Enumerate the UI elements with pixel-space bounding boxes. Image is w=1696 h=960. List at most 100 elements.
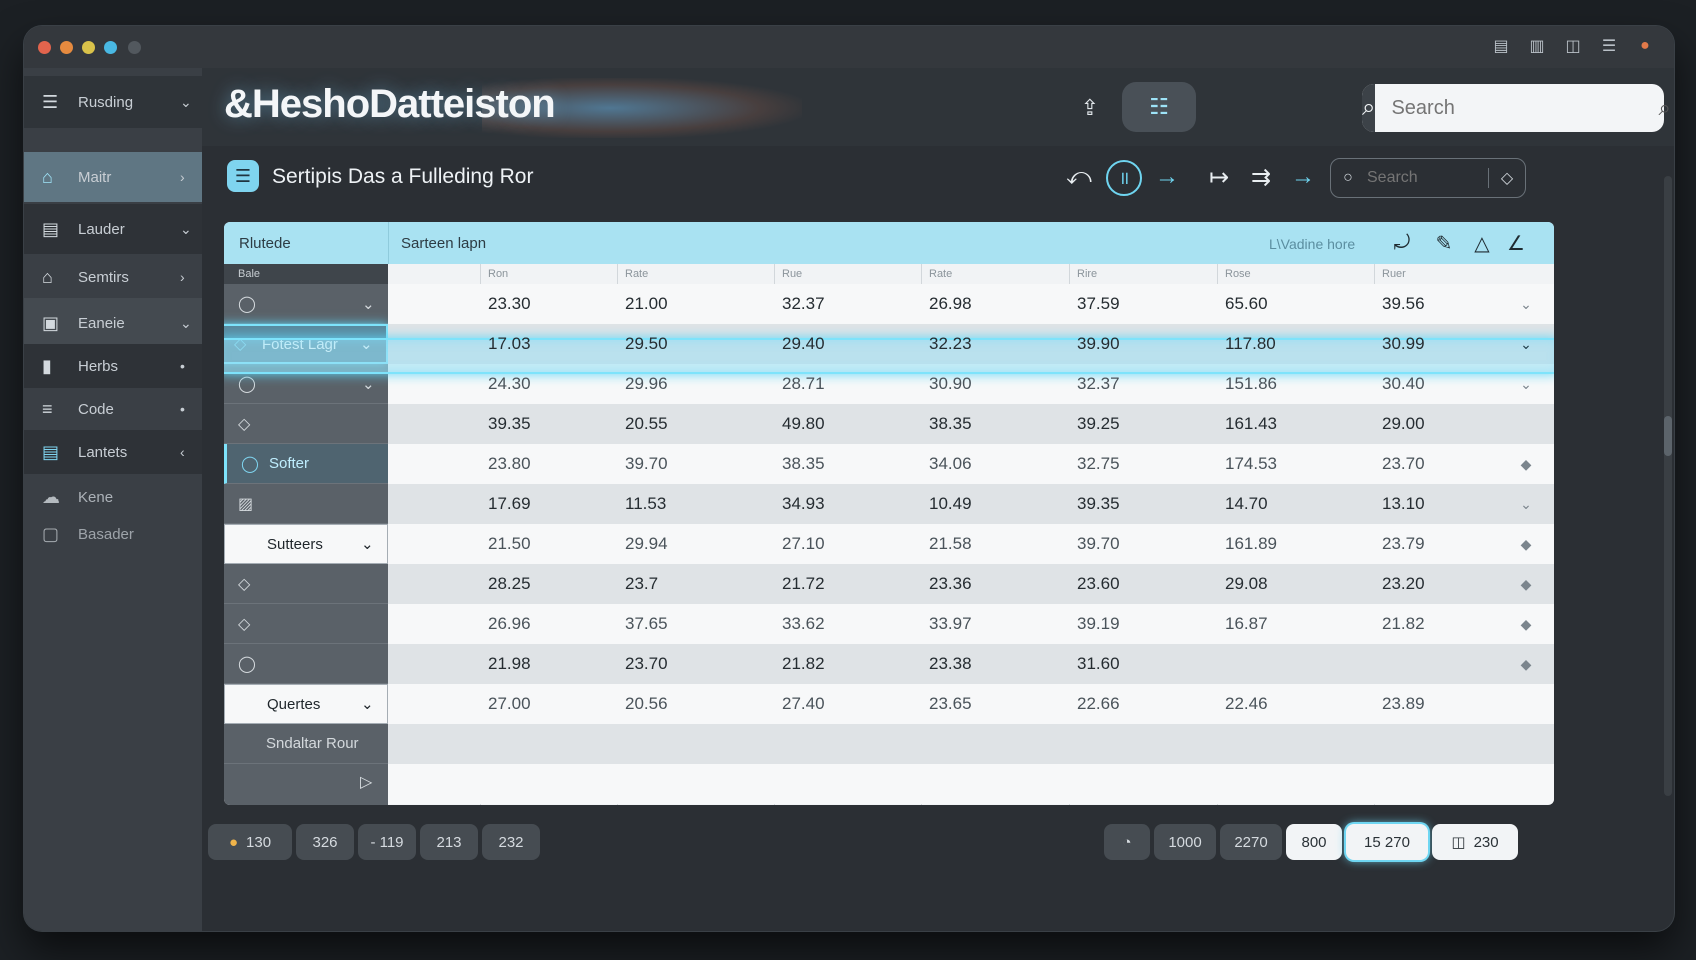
table-cell[interactable] xyxy=(1217,644,1374,684)
scrollbar[interactable] xyxy=(1664,176,1672,796)
row-label-item[interactable]: Quertes ⌄ xyxy=(224,684,388,724)
close-dot[interactable] xyxy=(38,41,51,54)
arrow-right-icon[interactable]: → xyxy=(1286,160,1320,194)
table-cell[interactable]: 26.98 xyxy=(921,284,1069,324)
extra-dot[interactable] xyxy=(128,41,141,54)
table-cell[interactable]: 39.19 xyxy=(1069,604,1217,644)
table-cell[interactable]: 21.82 xyxy=(774,644,921,684)
arrow-right-icon[interactable]: → xyxy=(1150,160,1184,194)
table-cell[interactable]: 21.72 xyxy=(774,564,921,604)
window-icon[interactable]: ▥ xyxy=(1526,37,1548,55)
table-cell[interactable]: 21.98 xyxy=(480,644,617,684)
table-cell[interactable]: 23.79 xyxy=(1374,524,1514,564)
table-cell[interactable]: 11.53 xyxy=(617,484,774,524)
table-cell[interactable]: 65.60 xyxy=(1217,284,1374,324)
row-label-item[interactable]: ▨ xyxy=(224,484,388,524)
table-cell[interactable]: 23.70 xyxy=(1374,444,1514,484)
row-action-icon[interactable]: ⌄ xyxy=(1514,284,1538,324)
table-cell[interactable]: 30.99 xyxy=(1374,324,1514,364)
pause-icon[interactable]: ॥ xyxy=(1106,160,1142,196)
sidebar-item-lauder[interactable]: ▤ Lauder ⌄ xyxy=(24,204,202,254)
sidebar-item-semtirs[interactable]: ⌂ Semtirs › xyxy=(24,252,202,302)
table-cell[interactable]: 38.35 xyxy=(774,444,921,484)
table-cell[interactable]: 39.25 xyxy=(1069,404,1217,444)
table-cell[interactable] xyxy=(1374,644,1514,684)
table-cell[interactable]: 14.70 xyxy=(1217,484,1374,524)
row-action-icon[interactable]: ◆ xyxy=(1514,564,1538,604)
table-cell[interactable]: 24.30 xyxy=(480,364,617,404)
sidebar-item-herbs[interactable]: ▮ Herbs • xyxy=(24,344,202,388)
table-cell[interactable]: 21.00 xyxy=(617,284,774,324)
row-label-item[interactable]: ◯ Softer xyxy=(224,444,388,484)
page-size-button[interactable]: ◫ 230 xyxy=(1432,824,1518,860)
clear-icon[interactable]: ◇ xyxy=(1488,168,1525,188)
refresh-button[interactable]: ◔ xyxy=(1104,824,1150,860)
forward-icon[interactable]: ↦ xyxy=(1202,160,1236,194)
row-action-icon[interactable]: ◆ xyxy=(1514,644,1538,684)
table-cell[interactable]: 21.58 xyxy=(921,524,1069,564)
table-cell[interactable]: 23.60 xyxy=(1069,564,1217,604)
filter-button[interactable]: ☷ xyxy=(1122,82,1196,132)
page-button[interactable]: 800 xyxy=(1286,824,1342,860)
refresh-icon[interactable]: ⤾ xyxy=(1390,231,1414,255)
table-cell[interactable]: 17.03 xyxy=(480,324,617,364)
table-cell[interactable]: 49.80 xyxy=(774,404,921,444)
page-button[interactable]: ● 130 xyxy=(208,824,292,860)
table-cell[interactable]: 23.20 xyxy=(1374,564,1514,604)
table-cell[interactable]: 23.65 xyxy=(921,684,1069,724)
header-search[interactable]: ⌕ ⌕ xyxy=(1362,84,1671,132)
row-action-icon[interactable]: ⌄ xyxy=(1514,484,1538,524)
table-cell[interactable]: 17.69 xyxy=(480,484,617,524)
row-action-icon[interactable]: ◆ xyxy=(1514,524,1538,564)
sidebar-item-maitr[interactable]: ⌂ Maitr › xyxy=(24,152,202,202)
table-cell[interactable]: 30.40 xyxy=(1374,364,1514,404)
row-label-item[interactable]: ◯ ⌄ xyxy=(224,284,388,324)
table-cell[interactable]: 23.38 xyxy=(921,644,1069,684)
table-cell[interactable]: 32.37 xyxy=(774,284,921,324)
redo-icon[interactable]: ⇉ xyxy=(1244,160,1278,194)
column-header[interactable]: Rate xyxy=(617,264,774,284)
window-icon[interactable]: ▤ xyxy=(1490,37,1512,55)
table-cell[interactable]: 27.10 xyxy=(774,524,921,564)
table-cell[interactable]: 39.70 xyxy=(617,444,774,484)
page-button[interactable]: 326 xyxy=(296,824,354,860)
table-cell[interactable]: 27.00 xyxy=(480,684,617,724)
upload-button[interactable]: ⇪ xyxy=(1072,90,1108,126)
row-action-icon[interactable]: ◆ xyxy=(1514,444,1538,484)
search-input[interactable] xyxy=(1375,95,1659,121)
table-cell[interactable]: 23.36 xyxy=(921,564,1069,604)
table-cell[interactable]: 10.49 xyxy=(921,484,1069,524)
column-header[interactable]: Ron xyxy=(480,264,617,284)
sidebar-item-kene[interactable]: ☁ Kene xyxy=(24,476,202,518)
sidebar-item-code[interactable]: ≡ Code • xyxy=(24,388,202,430)
table-cell[interactable]: 27.40 xyxy=(774,684,921,724)
table-cell[interactable]: 23.30 xyxy=(480,284,617,324)
page-button[interactable]: 232 xyxy=(482,824,540,860)
table-cell[interactable]: 32.37 xyxy=(1069,364,1217,404)
row-label-item[interactable]: Sutteers ⌄ xyxy=(224,524,388,564)
table-cell[interactable]: 39.90 xyxy=(1069,324,1217,364)
row-label-item[interactable]: ◇ xyxy=(224,604,388,644)
row-action-icon[interactable] xyxy=(1514,404,1538,444)
row-action-icon[interactable]: ◆ xyxy=(1514,604,1538,644)
sidebar-item-basader[interactable]: ▢ Basader xyxy=(24,514,202,554)
table-cell[interactable]: 32.75 xyxy=(1069,444,1217,484)
table-cell[interactable]: 28.71 xyxy=(774,364,921,404)
table-cell[interactable]: 39.35 xyxy=(1069,484,1217,524)
table-cell[interactable]: 20.55 xyxy=(617,404,774,444)
search-icon[interactable]: ⌕ xyxy=(1362,84,1376,132)
scrollbar-thumb[interactable] xyxy=(1664,416,1672,456)
table-cell[interactable]: 39.35 xyxy=(480,404,617,444)
table-cell[interactable]: 21.82 xyxy=(1374,604,1514,644)
table-cell[interactable]: 29.96 xyxy=(617,364,774,404)
column-header[interactable]: Rue xyxy=(774,264,921,284)
table-cell[interactable]: 29.50 xyxy=(617,324,774,364)
panel-icon[interactable]: ◫ xyxy=(1562,37,1584,55)
page-button[interactable]: 213 xyxy=(420,824,478,860)
table-cell[interactable]: 34.93 xyxy=(774,484,921,524)
row-label-item[interactable]: ◯ xyxy=(224,644,388,684)
table-cell[interactable]: 23.80 xyxy=(480,444,617,484)
table-cell[interactable]: 38.35 xyxy=(921,404,1069,444)
table-cell[interactable]: 30.90 xyxy=(921,364,1069,404)
table-top-right[interactable]: L\Vadine hore xyxy=(1269,236,1355,252)
